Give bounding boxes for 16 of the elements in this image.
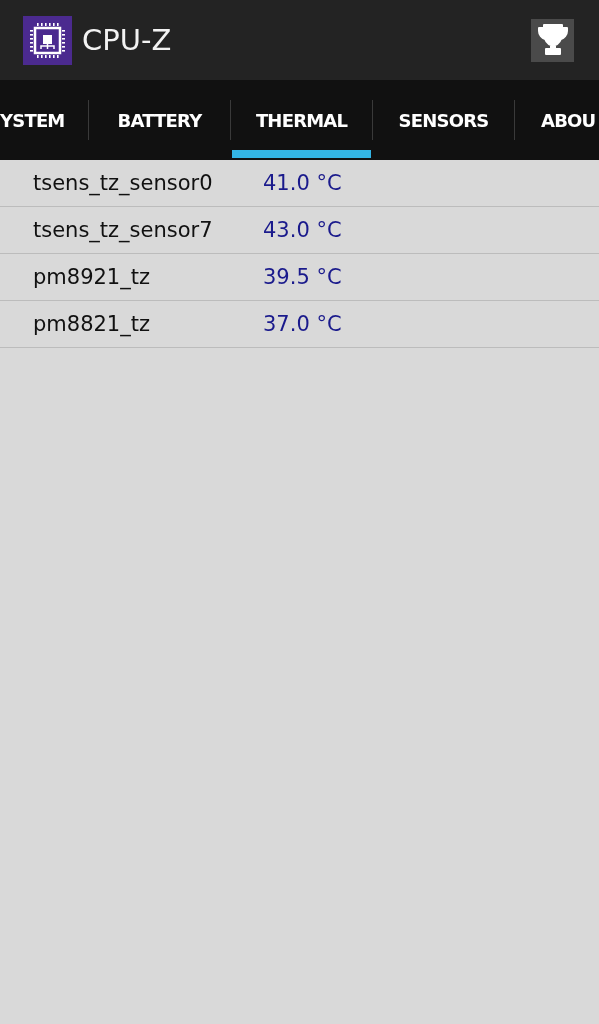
tab[interactable]: SENSORS [373, 80, 514, 160]
tab[interactable]: BATTERY [89, 80, 230, 160]
trophy-icon[interactable] [531, 18, 574, 62]
tab[interactable]: THERMAL [231, 80, 372, 160]
temperature-value: 43.0 °C [263, 218, 342, 242]
tab[interactable]: YSTEM [0, 80, 88, 160]
sensor-name: pm8921_tz [32, 265, 151, 289]
sensor-name: tsens_tz_sensor0 [32, 171, 214, 195]
tab[interactable]: ABOU [515, 80, 599, 160]
temperature-value: 41.0 °C [263, 171, 342, 195]
sensor-name: pm8821_tz [32, 312, 151, 336]
sensor-name: tsens_tz_sensor7 [32, 218, 214, 242]
temperature-value: 37.0 °C [263, 312, 342, 336]
temperature-value: 39.5 °C [263, 265, 342, 289]
chip-logo-icon [23, 15, 72, 65]
app-title: CPU-Z [82, 23, 173, 57]
